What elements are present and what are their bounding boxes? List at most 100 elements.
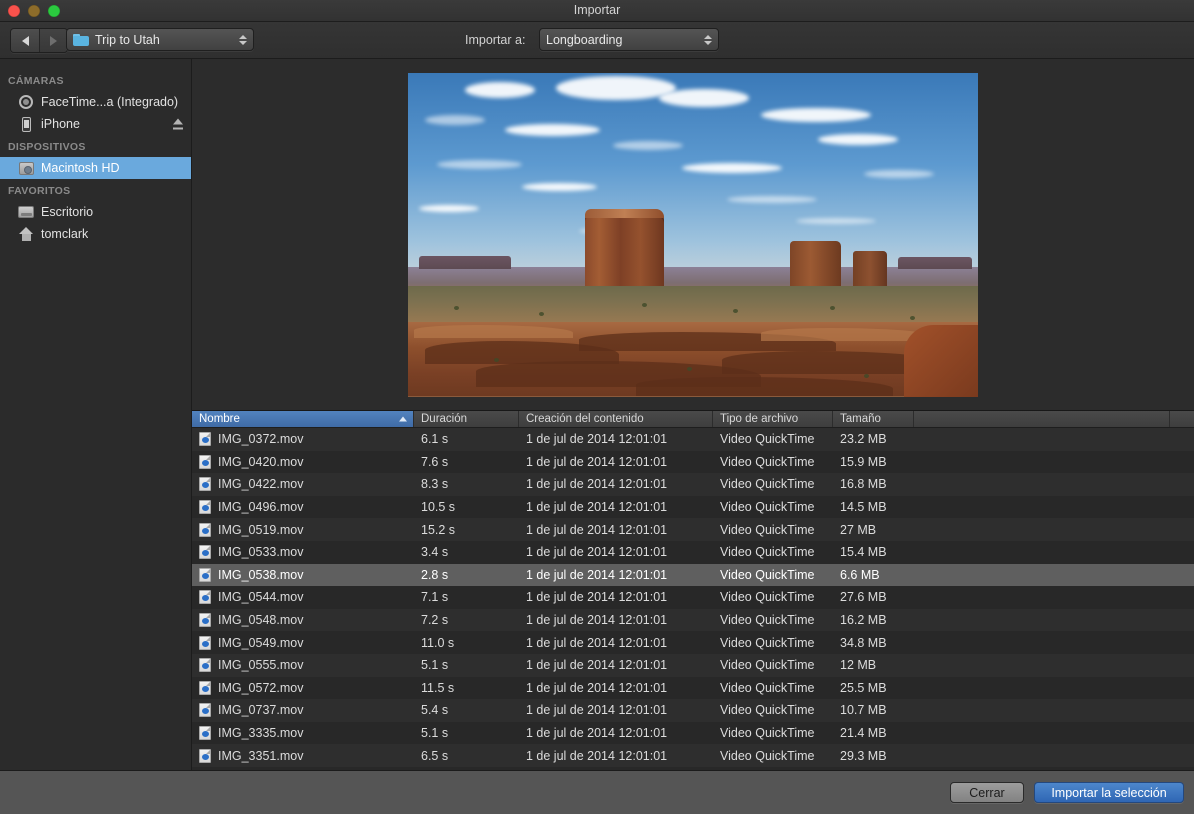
- table-row[interactable]: IMG_0422.mov 8.3 s 1 de jul de 2014 12:01:…: [192, 473, 1194, 496]
- movie-file-icon: [199, 703, 211, 718]
- movie-file-icon: [199, 522, 211, 537]
- column-header-duracion[interactable]: Duración: [414, 411, 519, 427]
- cell-created: 1 de jul de 2014 12:01:01: [526, 703, 668, 718]
- cell-filetype: Video QuickTime: [720, 567, 815, 582]
- table-row[interactable]: IMG_0549.mov 11.0 s 1 de jul de 2014 12:01…: [192, 631, 1194, 654]
- cell-name: IMG_0548.mov: [192, 613, 414, 628]
- table-row[interactable]: IMG_0548.mov 7.2 s 1 de jul de 2014 12:01:…: [192, 608, 1194, 632]
- cell-name: IMG_0737.mov: [192, 703, 414, 718]
- cell-filetype: Video QuickTime: [720, 703, 815, 718]
- cell-created: 1 de jul de 2014 12:01:01: [526, 545, 668, 560]
- sidebar-item-tomclark[interactable]: tomclark: [0, 223, 191, 245]
- path-popup-button[interactable]: Trip to Utah: [66, 28, 254, 51]
- cell-created: 1 de jul de 2014 12:01:01: [526, 522, 668, 537]
- cell-created: 1 de jul de 2014 12:01:01: [526, 567, 668, 582]
- cell-size: 27 MB: [840, 522, 877, 537]
- path-popup-stepper-icon: [239, 34, 247, 45]
- table-row[interactable]: IMG_0538.mov 2.8 s 1 de jul de 2014 12:01:…: [192, 563, 1194, 587]
- table-row[interactable]: IMG_0496.mov 10.5 s 1 de jul de 2014 12:01…: [192, 495, 1194, 519]
- file-name-label: IMG_0519.mov: [218, 522, 304, 537]
- cell-duration: 7.6 s: [421, 454, 449, 469]
- file-name-label: IMG_0420.mov: [218, 454, 304, 469]
- preview-pane: [192, 59, 1194, 410]
- cell-filetype: Video QuickTime: [720, 590, 815, 605]
- eject-icon[interactable]: [173, 118, 183, 130]
- table-row[interactable]: IMG_0533.mov 3.4 s 1 de jul de 2014 12:01:…: [192, 540, 1194, 564]
- cell-name: IMG_0538.mov: [192, 567, 414, 582]
- phone-icon: [18, 116, 34, 132]
- close-button[interactable]: Cerrar: [950, 782, 1024, 803]
- movie-file-icon: [199, 658, 211, 673]
- cell-duration: 5.1 s: [421, 726, 449, 741]
- sidebar-item-macintosh-hd[interactable]: Macintosh HD: [0, 157, 191, 179]
- table-row[interactable]: IMG_0372.mov 6.1 s 1 de jul de 2014 12:01:…: [192, 428, 1194, 451]
- cell-size: 23.2 MB: [840, 432, 887, 447]
- destination-popup-button[interactable]: Longboarding: [539, 28, 719, 51]
- column-header-nombre[interactable]: Nombre: [192, 411, 414, 427]
- column-header-label: Creación del contenido: [526, 413, 644, 425]
- column-options-button[interactable]: [1170, 411, 1194, 427]
- table-row[interactable]: IMG_0555.mov 5.1 s 1 de jul de 2014 12:01:…: [192, 653, 1194, 677]
- table-row[interactable]: IMG_0519.mov 15.2 s 1 de jul de 2014 12:01…: [192, 518, 1194, 541]
- preview-right-rock: [903, 325, 978, 397]
- cell-name: IMG_0572.mov: [192, 680, 414, 695]
- file-name-label: IMG_0533.mov: [218, 545, 304, 560]
- forward-button[interactable]: [39, 29, 67, 52]
- column-header-label: Duración: [421, 413, 468, 425]
- home-icon: [18, 226, 34, 242]
- cell-created: 1 de jul de 2014 12:01:01: [526, 432, 668, 447]
- file-name-label: IMG_3335.mov: [218, 726, 304, 741]
- cell-size: 34.8 MB: [840, 635, 887, 650]
- toolbar: Trip to Utah Importar a: Longboarding: [0, 22, 1194, 59]
- sidebar: CÁMARAS FaceTime...a (Integrado) iPhone …: [0, 59, 192, 770]
- import-window: Importar Trip to Utah Importar a: Longbo…: [0, 0, 1194, 814]
- cell-created: 1 de jul de 2014 12:01:01: [526, 748, 668, 763]
- cell-name: IMG_0549.mov: [192, 635, 414, 650]
- cell-filetype: Video QuickTime: [720, 454, 815, 469]
- cell-filetype: Video QuickTime: [720, 432, 815, 447]
- movie-file-icon: [199, 567, 211, 582]
- cell-duration: 7.1 s: [421, 590, 449, 605]
- table-row[interactable]: IMG_0572.mov 11.5 s 1 de jul de 2014 12:01…: [192, 676, 1194, 700]
- sidebar-item-escritorio[interactable]: Escritorio: [0, 201, 191, 223]
- cell-duration: 2.8 s: [421, 567, 449, 582]
- column-header-label: Nombre: [199, 413, 240, 425]
- cell-size: 25.5 MB: [840, 680, 887, 695]
- column-header-tipo-archivo[interactable]: Tipo de archivo: [713, 411, 833, 427]
- sidebar-item-iphone[interactable]: iPhone: [0, 113, 191, 135]
- import-to-label: Importar a:: [465, 33, 526, 47]
- cell-filetype: Video QuickTime: [720, 545, 815, 560]
- column-header-creacion[interactable]: Creación del contenido: [519, 411, 713, 427]
- preview-image[interactable]: [408, 72, 978, 397]
- camera-icon: [18, 94, 34, 110]
- table-row[interactable]: IMG_0544.mov 7.1 s 1 de jul de 2014 12:01:…: [192, 586, 1194, 609]
- cell-name: IMG_0372.mov: [192, 432, 414, 447]
- table-row[interactable]: IMG_3335.mov 5.1 s 1 de jul de 2014 12:01:…: [192, 721, 1194, 745]
- cell-size: 6.6 MB: [840, 567, 880, 582]
- column-header-tamano[interactable]: Tamaño: [833, 411, 914, 427]
- import-selection-button[interactable]: Importar la selección: [1034, 782, 1184, 803]
- table-row[interactable]: IMG_0737.mov 5.4 s 1 de jul de 2014 12:01:…: [192, 699, 1194, 722]
- table-body: IMG_0372.mov 6.1 s 1 de jul de 2014 12:01:…: [192, 428, 1194, 770]
- navigation-buttons: [10, 28, 68, 53]
- column-header-label: Tamaño: [840, 413, 881, 425]
- file-name-label: IMG_0548.mov: [218, 613, 304, 628]
- cell-duration: 8.3 s: [421, 477, 449, 492]
- cell-size: 16.8 MB: [840, 477, 887, 492]
- back-button[interactable]: [11, 29, 39, 52]
- table-row[interactable]: IMG_3351.mov 6.5 s 1 de jul de 2014 12:01:…: [192, 744, 1194, 767]
- file-name-label: IMG_0555.mov: [218, 658, 304, 673]
- file-name-label: IMG_0422.mov: [218, 477, 304, 492]
- body-area: CÁMARAS FaceTime...a (Integrado) iPhone …: [0, 59, 1194, 770]
- forward-arrow-icon: [50, 35, 57, 46]
- file-name-label: IMG_0372.mov: [218, 432, 304, 447]
- table-row[interactable]: IMG_0420.mov 7.6 s 1 de jul de 2014 12:01:…: [192, 450, 1194, 474]
- cell-name: IMG_0422.mov: [192, 477, 414, 492]
- column-header-label: Tipo de archivo: [720, 413, 799, 425]
- column-header-filler[interactable]: [914, 411, 1170, 427]
- preview-midground: [408, 286, 978, 326]
- sidebar-item-facetime[interactable]: FaceTime...a (Integrado): [0, 91, 191, 113]
- cell-filetype: Video QuickTime: [720, 522, 815, 537]
- sidebar-item-label: tomclark: [41, 227, 89, 241]
- path-popup-value: Trip to Utah: [95, 32, 160, 47]
